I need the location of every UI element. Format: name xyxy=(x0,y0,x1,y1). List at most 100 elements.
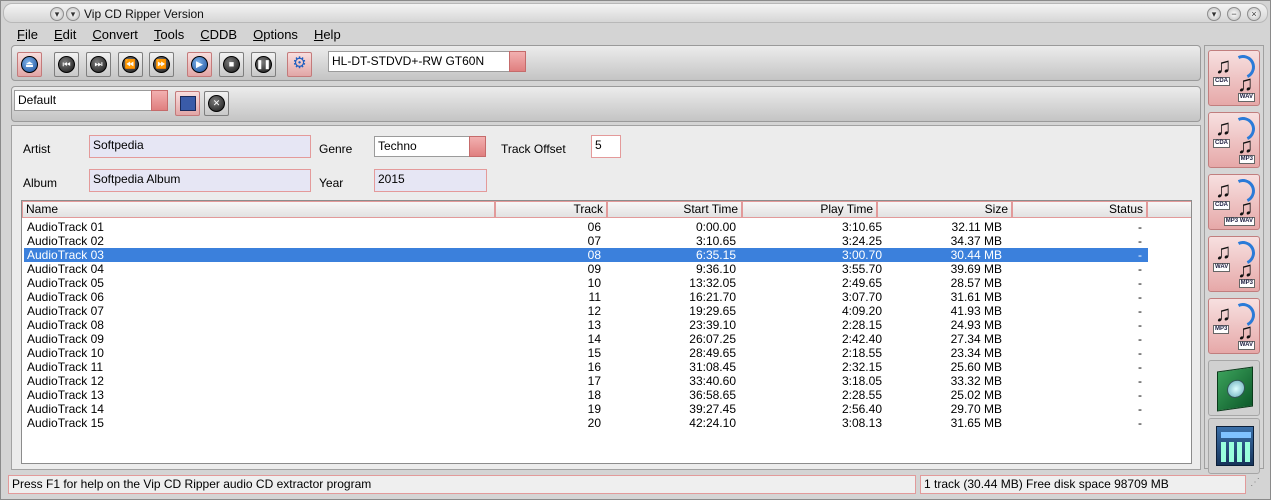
cell-play: 2:28.15 xyxy=(841,318,882,332)
menu-help[interactable]: Help xyxy=(306,26,349,44)
column-header-status[interactable]: Status xyxy=(1012,201,1147,218)
table-row[interactable]: AudioTrack 15 20 42:24.10 3:08.13 31.65 MB - xyxy=(24,416,1148,430)
cell-start: 42:24.10 xyxy=(689,416,736,430)
cda-to-mp3-wav-button[interactable]: ♫ ♫ CDA MP3 WAV xyxy=(1208,174,1260,230)
table-row[interactable]: AudioTrack 07 12 19:29.65 4:09.20 41.93 MB - xyxy=(24,304,1148,318)
minimize-icon[interactable]: − xyxy=(1227,7,1241,21)
cell-play: 3:00.70 xyxy=(841,248,882,262)
table-row[interactable]: AudioTrack 03 08 6:35.15 3:00.70 30.44 MB - xyxy=(24,248,1148,262)
column-header-play-time[interactable]: Play Time xyxy=(742,201,877,218)
cell-play: 2:56.40 xyxy=(841,402,882,416)
previous-track-button[interactable]: ⏮ xyxy=(54,52,79,77)
cell-status: - xyxy=(1138,234,1142,248)
profile-select[interactable]: Default xyxy=(14,90,168,111)
table-row[interactable]: AudioTrack 13 18 36:58.65 2:28.55 25.02 MB - xyxy=(24,388,1148,402)
genre-label: Genre xyxy=(319,142,353,156)
cell-start: 26:07.25 xyxy=(689,332,736,346)
cell-size: 24.93 MB xyxy=(950,318,1002,332)
menu-arrow-icon[interactable]: ▾ xyxy=(1207,7,1221,21)
cell-play: 2:18.55 xyxy=(841,346,882,360)
menu-label: ile xyxy=(24,27,38,42)
music-note-icon: ♫ xyxy=(1215,115,1232,140)
cd-burner-button[interactable] xyxy=(1208,360,1260,416)
track-offset-field[interactable]: 5 xyxy=(591,135,621,158)
cell-start: 19:29.65 xyxy=(689,304,736,318)
table-row[interactable]: AudioTrack 02 07 3:10.65 3:24.25 34.37 MB - xyxy=(24,234,1148,248)
table-row[interactable]: AudioTrack 10 15 28:49.65 2:18.55 23.34 MB - xyxy=(24,346,1148,360)
artist-field[interactable]: Softpedia xyxy=(89,135,311,158)
menu-bar: File Edit Convert Tools CDDB Options Help xyxy=(9,26,349,44)
save-profile-button[interactable] xyxy=(175,91,200,116)
music-note-icon: ♫ xyxy=(1237,195,1254,220)
audio-mixer-button[interactable] xyxy=(1208,418,1260,474)
year-field[interactable]: 2015 xyxy=(374,169,487,192)
conversion-sidebar: ♫ ♫ CDA WAV ♫ ♫ CDA MP3 ♫ ♫ CDA MP3 WAV ♫ ♫ WAV MP3 ♫ ♫ MP… xyxy=(1204,45,1264,474)
music-note-icon: ♫ xyxy=(1215,53,1232,78)
column-header-start-time[interactable]: Start Time xyxy=(607,201,742,218)
menu-convert[interactable]: Convert xyxy=(84,26,146,44)
profile-toolbar: Default ✕ xyxy=(11,86,1201,122)
target-format-label: WAV xyxy=(1237,341,1255,350)
menu-file[interactable]: File xyxy=(9,26,46,44)
drive-select[interactable]: HL-DT-STDVD+-RW GT60N xyxy=(328,51,526,72)
rewind-button[interactable]: ⏪ xyxy=(118,52,143,77)
target-format-label: MP3 xyxy=(1238,279,1255,288)
cda-to-mp3-button[interactable]: ♫ ♫ CDA MP3 xyxy=(1208,112,1260,168)
table-row[interactable]: AudioTrack 11 16 31:08.45 2:32.15 25.60 MB - xyxy=(24,360,1148,374)
cell-status: - xyxy=(1138,360,1142,374)
eject-button[interactable]: ⏏ xyxy=(17,52,42,77)
menu-options[interactable]: Options xyxy=(245,26,306,44)
cell-track: 17 xyxy=(587,374,601,388)
fast-forward-button[interactable]: ⏩ xyxy=(149,52,174,77)
cell-track: 16 xyxy=(587,360,601,374)
table-row[interactable]: AudioTrack 12 17 33:40.60 3:18.05 33.32 MB - xyxy=(24,374,1148,388)
settings-button[interactable]: ⚙ xyxy=(287,52,312,77)
cell-play: 3:07.70 xyxy=(841,290,882,304)
play-button[interactable]: ▶ xyxy=(187,52,212,77)
menu-edit[interactable]: Edit xyxy=(46,26,84,44)
cell-size: 31.65 MB xyxy=(950,416,1002,430)
cell-name: AudioTrack 04 xyxy=(27,262,104,276)
cell-size: 31.61 MB xyxy=(950,290,1002,304)
mp3-to-wav-button[interactable]: ♫ ♫ MP3 WAV xyxy=(1208,298,1260,354)
pin-icon[interactable]: ▾ xyxy=(66,7,80,21)
close-icon[interactable]: × xyxy=(1247,7,1261,21)
wav-to-mp3-button[interactable]: ♫ ♫ WAV MP3 xyxy=(1208,236,1260,292)
menu-mnemonic: E xyxy=(53,27,63,42)
track-list[interactable]: Name Track Start Time Play Time Size Sta… xyxy=(21,200,1192,464)
menu-cddb[interactable]: CDDB xyxy=(192,26,245,44)
chevron-down-icon[interactable] xyxy=(509,51,526,72)
cda-to-wav-button[interactable]: ♫ ♫ CDA WAV xyxy=(1208,50,1260,106)
table-row[interactable]: AudioTrack 14 19 39:27.45 2:56.40 29.70 MB - xyxy=(24,402,1148,416)
cell-name: AudioTrack 10 xyxy=(27,346,104,360)
music-note-icon: ♫ xyxy=(1215,239,1232,264)
resize-grip-icon[interactable]: ⋰ xyxy=(1250,477,1264,493)
chevron-down-icon[interactable] xyxy=(151,90,168,111)
cell-start: 39:27.45 xyxy=(689,402,736,416)
stop-button[interactable]: ■ xyxy=(219,52,244,77)
pause-button[interactable]: ❚❚ xyxy=(251,52,276,77)
genre-select[interactable]: Techno xyxy=(374,136,486,157)
status-summary: 1 track (30.44 MB) Free disk space 98709… xyxy=(920,475,1246,494)
album-field[interactable]: Softpedia Album xyxy=(89,169,311,192)
table-row[interactable]: AudioTrack 06 11 16:21.70 3:07.70 31.61 MB - xyxy=(24,290,1148,304)
table-row[interactable]: AudioTrack 08 13 23:39.10 2:28.15 24.93 MB - xyxy=(24,318,1148,332)
status-help: Press F1 for help on the Vip CD Ripper a… xyxy=(8,475,916,494)
rewind-icon: ⏪ xyxy=(122,56,139,73)
chevron-down-icon[interactable] xyxy=(469,136,486,157)
cell-start: 33:40.60 xyxy=(689,374,736,388)
system-menu-icon[interactable]: ▾ xyxy=(50,7,64,21)
next-track-button[interactable]: ⏭ xyxy=(86,52,111,77)
table-row[interactable]: AudioTrack 01 06 0:00.00 3:10.65 32.11 MB - xyxy=(24,220,1148,234)
delete-profile-button[interactable]: ✕ xyxy=(204,91,229,116)
menu-tools[interactable]: Tools xyxy=(146,26,192,44)
column-header-name[interactable]: Name xyxy=(22,201,495,218)
column-header-track[interactable]: Track xyxy=(495,201,607,218)
drive-value: HL-DT-STDVD+-RW GT60N xyxy=(332,54,485,68)
cell-name: AudioTrack 09 xyxy=(27,332,104,346)
table-row[interactable]: AudioTrack 04 09 9:36.10 3:55.70 39.69 MB - xyxy=(24,262,1148,276)
column-header-size[interactable]: Size xyxy=(877,201,1012,218)
table-row[interactable]: AudioTrack 09 14 26:07.25 2:42.40 27.34 MB - xyxy=(24,332,1148,346)
cell-status: - xyxy=(1138,304,1142,318)
table-row[interactable]: AudioTrack 05 10 13:32.05 2:49.65 28.57 MB - xyxy=(24,276,1148,290)
